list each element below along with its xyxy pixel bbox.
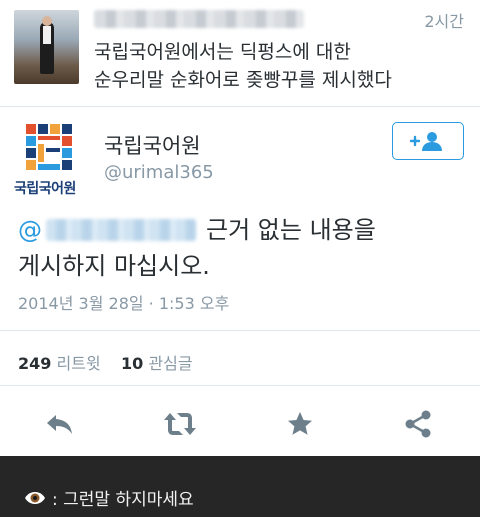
tweet-text-line-1: 근거 없는 내용을 (206, 216, 376, 244)
reply-icon (47, 415, 72, 434)
account-handle[interactable]: @urimal365 (104, 162, 214, 183)
favorite-icon (288, 412, 312, 435)
divider (0, 330, 480, 331)
replied-user-name-blurred (94, 10, 304, 28)
favorites-stat[interactable]: 10 관심글 (121, 354, 193, 373)
logo-label: 국립국어원 (14, 181, 76, 197)
replied-tweet-line-2: 순우리말 순화어로 좆빵꾸를 제시했다 (94, 69, 392, 91)
account-name[interactable]: 국립국어원 (104, 130, 201, 160)
follow-icon (409, 132, 442, 151)
replied-tweet-line-1: 국립국어원에서는 딕펑스에 대한 (94, 41, 351, 63)
tweet-date: 2014년 3월 28일 · 1:53 오후 (18, 294, 230, 313)
follow-button[interactable] (392, 122, 464, 160)
favorite-button[interactable] (280, 408, 320, 440)
mention-link[interactable]: @ (18, 216, 206, 244)
divider (0, 385, 480, 386)
tweet-text: @ 근거 없는 내용을 게시하지 마십시오. (18, 212, 468, 284)
eye-icon (25, 491, 45, 504)
avatar-shirt (43, 26, 51, 44)
tweet-action-bar (0, 400, 480, 446)
share-button[interactable] (398, 408, 438, 440)
caption-text: : 그런말 하지마세요 (52, 490, 194, 510)
retweets-stat[interactable]: 249 리트윗 (18, 354, 101, 373)
favorites-label: 관심글 (148, 354, 193, 373)
retweet-icon (164, 413, 196, 435)
avatar-head (42, 16, 52, 26)
mention-at: @ (18, 216, 42, 244)
share-icon (405, 410, 431, 438)
tweet-stats: 249 리트윗 10 관심글 (18, 350, 193, 374)
mention-handle-blurred (46, 219, 196, 241)
replied-tweet[interactable]: 2시간 국립국어원에서는 딕펑스에 대한 순우리말 순화어로 좆빵꾸를 제시했다 (0, 0, 480, 105)
retweets-label: 리트윗 (56, 354, 101, 373)
caption: : 그런말 하지마세요 (24, 485, 194, 510)
tweet-text-line-2: 게시하지 마십시오. (18, 252, 210, 280)
replied-tweet-text: 국립국어원에서는 딕펑스에 대한 순우리말 순화어로 좆빵꾸를 제시했다 (94, 38, 464, 94)
favorites-count: 10 (121, 354, 144, 373)
retweet-button[interactable] (160, 408, 200, 440)
retweets-count: 249 (18, 354, 52, 373)
replied-user-avatar[interactable] (14, 10, 79, 84)
divider (0, 106, 480, 107)
replied-tweet-time: 2시간 (424, 12, 464, 31)
reply-button[interactable] (40, 408, 80, 440)
